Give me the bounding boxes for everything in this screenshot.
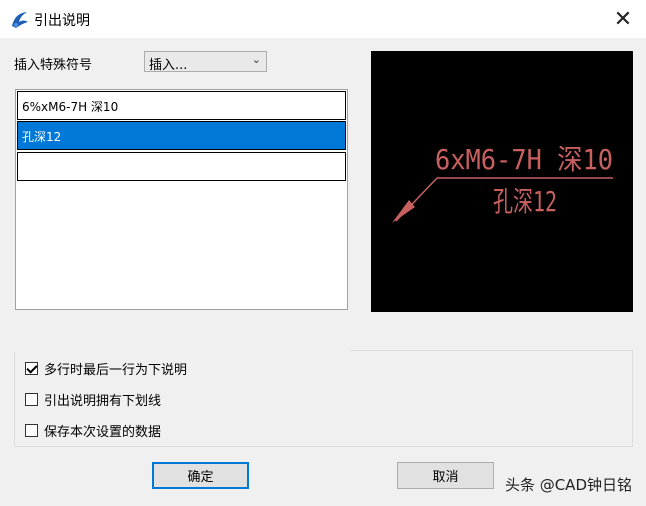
note-line-1-input[interactable]: 6%xM6-7H 深10 <box>17 91 346 120</box>
checkbox-save-settings[interactable] <box>25 424 38 437</box>
close-icon: ✕ <box>613 6 633 32</box>
insert-symbol-dropdown[interactable]: 插入... ⌄ <box>144 51 267 73</box>
note-line-2-text: 孔深12 <box>22 130 62 144</box>
preview-line-2: 孔深12 <box>493 185 557 218</box>
leader-arrowhead <box>392 200 415 223</box>
insert-symbol-label: 插入特殊符号 <box>14 58 93 73</box>
note-lines-panel: 6%xM6-7H 深10 孔深12 <box>15 89 348 310</box>
chevron-down-icon: ⌄ <box>251 53 261 66</box>
cad-app-icon <box>12 12 28 28</box>
checkbox-underline[interactable] <box>25 393 38 406</box>
ok-button-label: 确定 <box>187 470 214 485</box>
leader-preview-drawing: 6xM6-7H 深10 孔深12 <box>392 143 613 223</box>
option-underline-label: 引出说明拥有下划线 <box>44 394 162 409</box>
preview-canvas: 6xM6-7H 深10 孔深12 <box>371 51 633 312</box>
checkbox-last-line-below[interactable] <box>25 362 38 375</box>
cancel-button[interactable]: 取消 <box>397 462 494 489</box>
note-line-2-input[interactable]: 孔深12 <box>17 121 346 150</box>
watermark: 头条 @CAD钟日铭 <box>504 476 632 494</box>
note-line-1-text: 6%xM6-7H 深10 <box>22 100 119 114</box>
option-save-settings-label: 保存本次设置的数据 <box>44 425 162 440</box>
close-button[interactable]: ✕ <box>600 0 646 38</box>
group-divider <box>14 348 350 352</box>
preview-line-1: 6xM6-7H 深10 <box>435 143 613 176</box>
window-title: 引出说明 <box>34 13 90 29</box>
option-underline[interactable]: 引出说明拥有下划线 <box>25 390 161 409</box>
ok-button[interactable]: 确定 <box>152 462 249 489</box>
title-bar: 引出说明 ✕ <box>0 0 646 38</box>
option-last-line-below[interactable]: 多行时最后一行为下说明 <box>25 359 187 378</box>
insert-symbol-value: 插入... <box>149 58 188 73</box>
option-last-line-below-label: 多行时最后一行为下说明 <box>44 363 188 378</box>
cancel-button-label: 取消 <box>432 470 459 485</box>
note-line-3-input[interactable] <box>17 152 346 181</box>
option-save-settings[interactable]: 保存本次设置的数据 <box>25 421 161 440</box>
